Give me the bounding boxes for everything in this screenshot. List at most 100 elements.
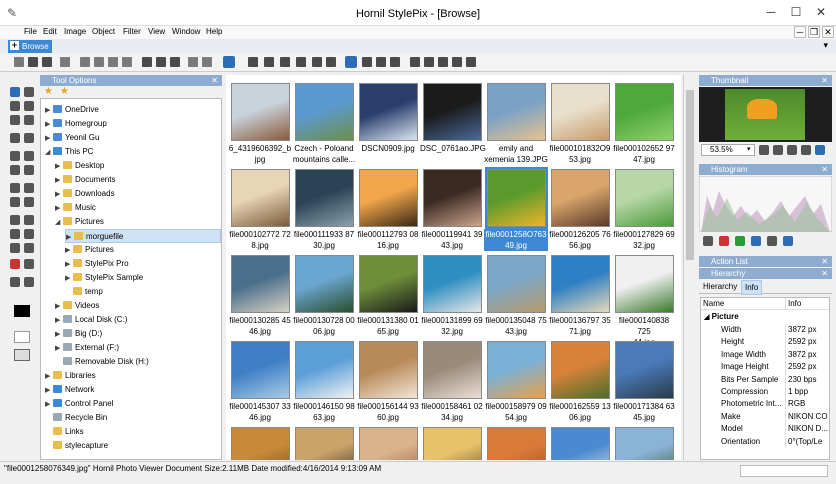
copy-icon[interactable]	[156, 57, 166, 67]
property-row[interactable]: Model NIKON D...	[701, 423, 829, 436]
image-thumbnail[interactable]	[423, 83, 482, 141]
flip-vertical-icon[interactable]	[424, 57, 434, 67]
flip-horizontal-icon[interactable]	[410, 57, 420, 67]
next-icon[interactable]	[108, 57, 118, 67]
open-icon[interactable]	[28, 57, 38, 67]
zoom-icon[interactable]	[10, 277, 20, 287]
image-thumbnail-cell[interactable]: file000158461 02 34.jpg	[420, 335, 484, 422]
tree-item[interactable]: ▶ Videos	[55, 299, 221, 313]
text-icon[interactable]	[10, 243, 20, 253]
image-thumbnail-cell[interactable]	[548, 421, 612, 460]
tree-item[interactable]: ▶ Control Panel	[45, 397, 221, 411]
image-thumbnail-cell[interactable]: file000102772 72 8.jpg	[228, 163, 292, 250]
image-thumbnail[interactable]	[295, 341, 354, 399]
property-row[interactable]: Image Height 2592 px	[701, 361, 829, 374]
menu-window[interactable]: Window	[172, 27, 200, 36]
magic-wand-icon[interactable]	[24, 115, 34, 125]
action-list-close-icon[interactable]: ✕	[821, 256, 828, 267]
tree-expander-icon[interactable]: ▶	[55, 188, 63, 202]
image-thumbnail-cell[interactable]: DSCN0909.jpg	[356, 77, 420, 163]
image-thumbnail[interactable]	[295, 255, 354, 313]
image-thumbnail-cell[interactable]: file000112793 08 16.jpg	[356, 163, 420, 250]
zoom-out-icon[interactable]	[773, 145, 783, 155]
grid-scrollbar[interactable]	[683, 75, 695, 460]
image-thumbnail[interactable]	[359, 341, 418, 399]
crop-icon[interactable]	[10, 133, 20, 143]
image-thumbnail[interactable]	[551, 341, 610, 399]
tree-item[interactable]: ▶ StylePix Pro	[65, 257, 221, 271]
sort-icon[interactable]	[326, 57, 336, 67]
tree-item[interactable]: ▶ Big (D:)	[55, 327, 221, 341]
menu-file[interactable]: File	[24, 27, 37, 36]
tree-item[interactable]: stylecapture	[45, 439, 221, 453]
print-icon[interactable]	[60, 57, 70, 67]
tree-item[interactable]: ◢ This PC	[45, 145, 221, 159]
tab-list-icon[interactable]: ▾	[823, 40, 828, 51]
tree-expander-icon[interactable]: ▶	[45, 384, 53, 398]
property-row[interactable]: Height 2592 px	[701, 336, 829, 349]
image-thumbnail-cell[interactable]: DSC_0761ao.JPG	[420, 77, 486, 163]
property-row[interactable]: Bits Per Sample 230 bps	[701, 373, 829, 386]
property-row[interactable]: Width 3872 px	[701, 324, 829, 336]
menu-view[interactable]: View	[148, 27, 165, 36]
column-info-header[interactable]: Info	[785, 298, 801, 310]
image-thumbnail[interactable]	[487, 341, 546, 399]
tree-item[interactable]: ▶ OneDrive	[45, 103, 221, 117]
image-thumbnail-cell[interactable]: file000158979 09 54.jpg	[484, 335, 548, 422]
image-thumbnail-cell[interactable]: file000130285 45 46.jpg	[228, 249, 292, 336]
clone-icon[interactable]	[10, 197, 20, 207]
image-thumbnail[interactable]	[423, 169, 482, 227]
panel-toggle-icon[interactable]	[223, 56, 235, 68]
image-thumbnail[interactable]	[615, 255, 674, 313]
lasso-icon[interactable]	[10, 115, 20, 125]
gradient-icon[interactable]	[24, 229, 34, 239]
new-icon[interactable]	[14, 57, 24, 67]
brush-icon[interactable]	[24, 151, 34, 161]
property-row[interactable]: Compression 1 bpp	[701, 386, 829, 398]
hierarchy-close-icon[interactable]: ✕	[821, 268, 828, 279]
image-thumbnail-cell[interactable]: file000131899 69 32.jpg	[420, 249, 484, 336]
view-thumbnails-icon[interactable]	[345, 56, 357, 68]
tree-item[interactable]: ▶ Homegroup	[45, 117, 221, 131]
first-icon[interactable]	[80, 57, 90, 67]
picture-group-row[interactable]: ◢ Picture	[701, 312, 739, 321]
tree-expander-icon[interactable]: ▶	[55, 160, 63, 174]
menu-image[interactable]: Image	[64, 27, 86, 36]
tree-expander-icon[interactable]: ◢	[55, 216, 63, 230]
background-color-swatch[interactable]	[14, 331, 30, 343]
image-thumbnail-cell[interactable]: file000136797 35 71.jpg	[548, 249, 612, 336]
menu-object[interactable]: Object	[92, 27, 115, 36]
image-thumbnail[interactable]	[359, 255, 418, 313]
tree-expander-icon[interactable]: ▶	[55, 314, 63, 328]
image-thumbnail[interactable]	[615, 427, 674, 460]
channel-luminance-icon[interactable]	[767, 236, 777, 246]
image-thumbnail-cell[interactable]: file000131380 01 65.jpg	[356, 249, 420, 336]
image-thumbnail[interactable]	[423, 341, 482, 399]
tree-expander-icon[interactable]: ▶	[45, 370, 53, 384]
line-icon[interactable]	[24, 215, 34, 225]
add-tab-icon[interactable]: +	[10, 41, 19, 50]
tree-expander-icon[interactable]: ▶	[65, 272, 73, 286]
image-thumbnail-cell[interactable]: file000146150 98 63.jpg	[292, 335, 356, 422]
tab-info[interactable]: Info	[741, 280, 763, 295]
tree-item[interactable]: ▶ Yeonil Gu	[45, 131, 221, 145]
move-tool-icon[interactable]	[24, 87, 34, 97]
mdi-close-button[interactable]: ✕	[822, 26, 834, 38]
tree-item[interactable]: Recycle Bin	[45, 411, 221, 425]
image-thumbnail-cell[interactable]: file000127829 69 32.jpg	[612, 163, 676, 250]
foreground-color-swatch[interactable]	[14, 305, 30, 317]
image-thumbnail-cell[interactable]: file000126205 76 56.jpg	[548, 163, 612, 250]
image-thumbnail-cell[interactable]	[612, 421, 676, 460]
image-thumbnail-cell[interactable]	[228, 421, 292, 460]
tree-expander-icon[interactable]: ▶	[65, 258, 73, 272]
tool-options-close-icon[interactable]: ✕	[211, 75, 218, 86]
image-thumbnail[interactable]	[359, 427, 418, 460]
tree-item[interactable]: Links	[45, 425, 221, 439]
image-thumbnail[interactable]	[551, 255, 610, 313]
image-thumbnail-cell[interactable]: Czech - Poloand mountains calle...	[292, 77, 356, 164]
hand-tool-icon[interactable]	[10, 87, 20, 97]
tree-item[interactable]: ▶ Desktop	[55, 159, 221, 173]
slice-icon[interactable]	[24, 133, 34, 143]
tree-expander-icon[interactable]: ▶	[45, 104, 53, 118]
property-row[interactable]: Image Width 3872 px	[701, 348, 829, 361]
